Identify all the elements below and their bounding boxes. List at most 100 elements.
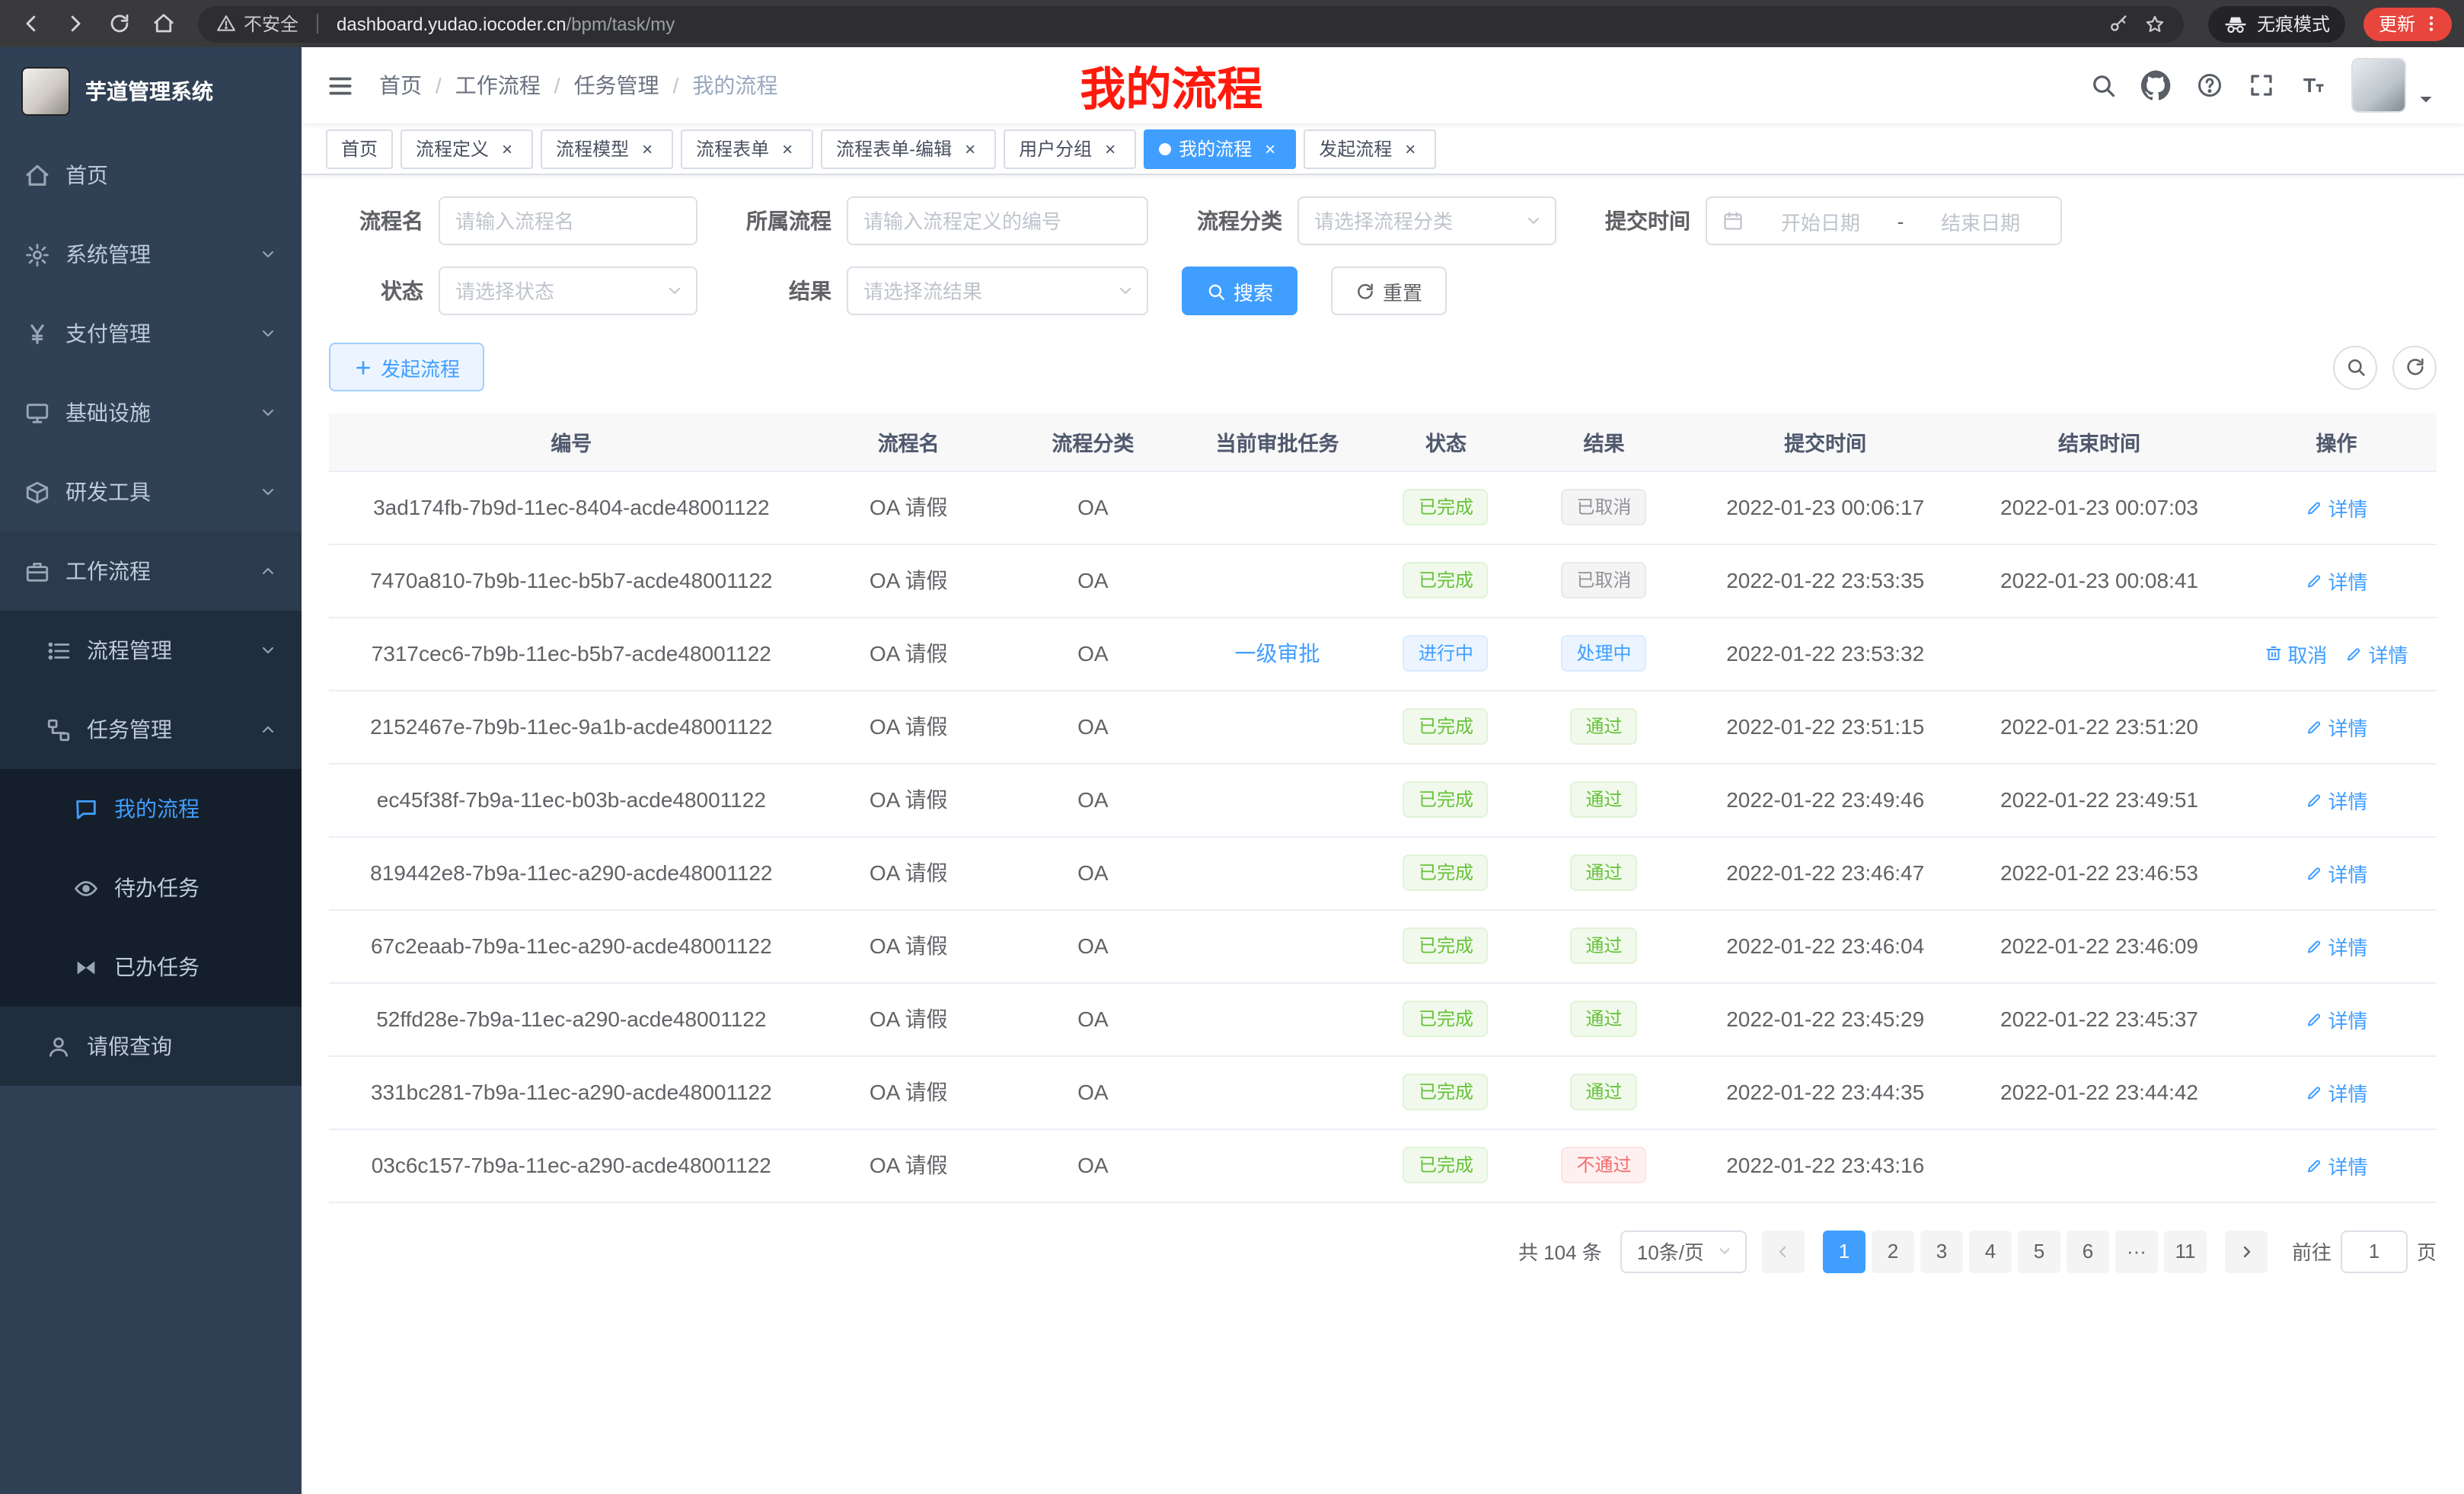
- breadcrumb-item[interactable]: 任务管理: [574, 70, 659, 101]
- row-result: 通过: [1520, 690, 1688, 763]
- close-icon[interactable]: ×: [777, 138, 798, 159]
- bookmark-star-icon[interactable]: [2144, 13, 2166, 34]
- next-page-button[interactable]: [2225, 1230, 2268, 1272]
- create-process-button[interactable]: 发起流程: [329, 343, 484, 391]
- process-name-input[interactable]: [439, 196, 697, 245]
- browser-home-button[interactable]: [145, 5, 183, 43]
- row-category: OA: [1004, 1055, 1183, 1128]
- font-size-icon[interactable]: [2300, 72, 2327, 99]
- sidebar-item-eye[interactable]: 待办任务: [0, 848, 302, 927]
- tab-item[interactable]: 流程表单×: [681, 129, 813, 168]
- current-task-link[interactable]: 一级审批: [1235, 641, 1320, 666]
- detail-action[interactable]: 详情: [2305, 1077, 2367, 1106]
- refresh-table-button[interactable]: [2392, 345, 2437, 389]
- browser-forward-button[interactable]: [56, 5, 94, 43]
- sidebar-item-yen[interactable]: 支付管理: [0, 294, 302, 373]
- chevron-down-icon: [1524, 212, 1543, 230]
- page-size-select[interactable]: 10条/页: [1620, 1230, 1747, 1272]
- github-icon[interactable]: [2141, 70, 2172, 101]
- browser-back-button[interactable]: [12, 5, 50, 43]
- search-button[interactable]: 搜索: [1182, 267, 1297, 315]
- sidebar-item-flow[interactable]: 任务管理: [0, 690, 302, 769]
- page-button[interactable]: 2: [1872, 1230, 1914, 1272]
- detail-action[interactable]: 详情: [2305, 931, 2367, 960]
- result-select[interactable]: [847, 267, 1148, 315]
- tab-item[interactable]: 首页: [326, 129, 393, 168]
- sidebar-item-box[interactable]: 研发工具: [0, 452, 302, 532]
- close-icon[interactable]: ×: [1259, 138, 1281, 159]
- tab-item[interactable]: 用户分组×: [1004, 129, 1136, 168]
- edit-icon: [2305, 937, 2323, 955]
- category-select[interactable]: [1297, 196, 1556, 245]
- reset-button[interactable]: 重置: [1331, 267, 1447, 315]
- close-icon[interactable]: ×: [1400, 138, 1421, 159]
- detail-action[interactable]: 详情: [2305, 1151, 2367, 1180]
- tab-item[interactable]: 流程模型×: [541, 129, 673, 168]
- more-pages-button[interactable]: ···: [2115, 1230, 2158, 1272]
- tab-item[interactable]: 流程定义×: [401, 129, 533, 168]
- browser-update-menu[interactable]: 更新: [2363, 7, 2452, 40]
- row-category: OA: [1004, 909, 1183, 982]
- close-icon[interactable]: ×: [959, 138, 981, 159]
- page-button[interactable]: 5: [2018, 1230, 2060, 1272]
- address-bar[interactable]: 不安全 dashboard.yudao.iocoder.cn/bpm/task/…: [198, 5, 2184, 42]
- incognito-badge[interactable]: 无痕模式: [2208, 5, 2345, 42]
- result-tag: 通过: [1571, 781, 1638, 818]
- status-select[interactable]: [439, 267, 697, 315]
- tab-item[interactable]: 流程表单-编辑×: [821, 129, 996, 168]
- detail-action[interactable]: 详情: [2345, 639, 2408, 668]
- detail-action[interactable]: 详情: [2305, 785, 2367, 814]
- sidebar-item-monitor[interactable]: 基础设施: [0, 373, 302, 452]
- cancel-action[interactable]: 取消: [2265, 639, 2327, 668]
- goto-page-input[interactable]: [2341, 1230, 2408, 1272]
- security-indicator[interactable]: 不安全: [216, 11, 298, 37]
- page-button[interactable]: 1: [1823, 1230, 1866, 1272]
- sidebar-item-user[interactable]: 请假查询: [0, 1007, 302, 1086]
- password-key-icon[interactable]: [2108, 13, 2129, 34]
- tab-item[interactable]: 我的流程×: [1144, 129, 1296, 168]
- browser-refresh-button[interactable]: [101, 5, 139, 43]
- detail-action[interactable]: 详情: [2305, 858, 2367, 887]
- sidebar-item-briefcase[interactable]: 工作流程: [0, 532, 302, 611]
- user-menu[interactable]: [2351, 58, 2440, 113]
- help-icon[interactable]: [2196, 72, 2223, 99]
- page-button[interactable]: 11: [2164, 1230, 2207, 1272]
- sidebar-item-chat[interactable]: 我的流程: [0, 769, 302, 848]
- app-logo[interactable]: 芋道管理系统: [0, 47, 302, 136]
- process-name-field[interactable]: [440, 198, 696, 244]
- page-button[interactable]: 4: [1969, 1230, 2012, 1272]
- sidebar-item-list[interactable]: 流程管理: [0, 611, 302, 690]
- status-field[interactable]: [440, 268, 696, 314]
- sidebar-item-gear[interactable]: 系统管理: [0, 215, 302, 294]
- definition-field[interactable]: [848, 198, 1147, 244]
- row-process-name: OA 请假: [814, 471, 1004, 544]
- category-field[interactable]: [1299, 198, 1555, 244]
- breadcrumb-item[interactable]: 工作流程: [455, 70, 541, 101]
- detail-action[interactable]: 详情: [2305, 1004, 2367, 1033]
- detail-action[interactable]: 详情: [2305, 493, 2367, 522]
- hamburger-icon[interactable]: [326, 71, 355, 100]
- breadcrumb-item[interactable]: 首页: [379, 70, 422, 101]
- fullscreen-icon[interactable]: [2248, 72, 2275, 99]
- close-icon[interactable]: ×: [637, 138, 658, 159]
- close-icon[interactable]: ×: [496, 138, 518, 159]
- page-button[interactable]: 3: [1920, 1230, 1963, 1272]
- toggle-search-button[interactable]: [2333, 345, 2377, 389]
- detail-action[interactable]: 详情: [2305, 566, 2367, 595]
- page-button[interactable]: 6: [2067, 1230, 2109, 1272]
- close-icon[interactable]: ×: [1100, 138, 1121, 159]
- url-text: dashboard.yudao.iocoder.cn/bpm/task/my: [337, 13, 675, 34]
- detail-action[interactable]: 详情: [2305, 712, 2367, 741]
- result-field[interactable]: [848, 268, 1147, 314]
- sidebar-item-home[interactable]: 首页: [0, 136, 302, 215]
- row-status: 已完成: [1372, 909, 1520, 982]
- submit-time-range-picker[interactable]: 开始日期 - 结束日期: [1706, 196, 2062, 245]
- row-result: 处理中: [1520, 617, 1688, 690]
- tab-item[interactable]: 发起流程×: [1304, 129, 1436, 168]
- search-icon[interactable]: [2089, 72, 2117, 99]
- definition-input[interactable]: [847, 196, 1148, 245]
- sidebar-item-done[interactable]: 已办任务: [0, 927, 302, 1007]
- prev-page-button[interactable]: [1762, 1230, 1805, 1272]
- tags-bar: 首页流程定义×流程模型×流程表单×流程表单-编辑×用户分组×我的流程×发起流程×: [302, 123, 2464, 175]
- page-content: 流程名 所属流程 流程分类: [302, 175, 2464, 1494]
